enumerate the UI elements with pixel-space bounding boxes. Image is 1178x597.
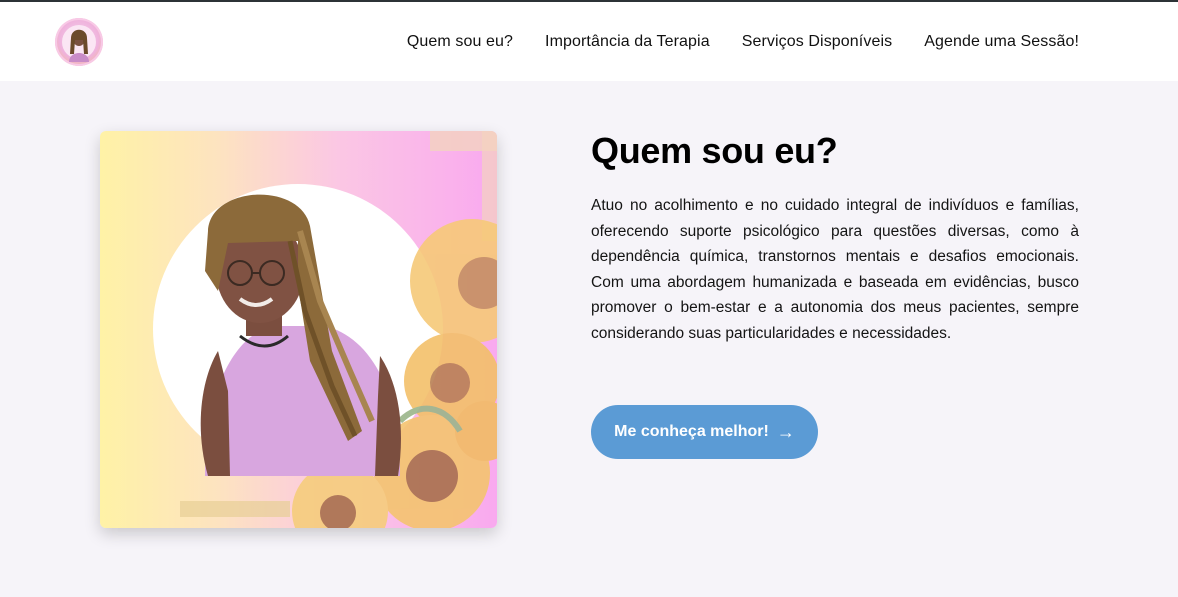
learn-more-button[interactable]: Me conheça melhor! → [591, 405, 818, 459]
navbar: Quem sou eu? Importância da Terapia Serv… [0, 2, 1178, 81]
about-section: Quem sou eu? Atuo no acolhimento e no cu… [591, 128, 1079, 346]
section-title: Quem sou eu? [591, 130, 838, 171]
nav-link-agende-sessao[interactable]: Agende uma Sessão! [924, 33, 1079, 51]
nav-link-importancia-terapia[interactable]: Importância da Terapia [545, 33, 710, 51]
logo-avatar[interactable] [55, 18, 103, 66]
logo-portrait-image [62, 25, 96, 62]
profile-photo [100, 131, 497, 528]
nav-link-servicos-disponiveis[interactable]: Serviços Disponíveis [742, 33, 893, 51]
portrait-illustration [153, 131, 497, 528]
about-paragraph: Atuo no acolhimento e no cuidado integra… [591, 197, 1079, 342]
arrow-right-icon: → [776, 422, 795, 442]
nav-link-quem-sou-eu[interactable]: Quem sou eu? [407, 33, 513, 51]
main-navigation: Quem sou eu? Importância da Terapia Serv… [407, 2, 1079, 81]
learn-more-button-label: Me conheça melhor! [614, 423, 769, 440]
